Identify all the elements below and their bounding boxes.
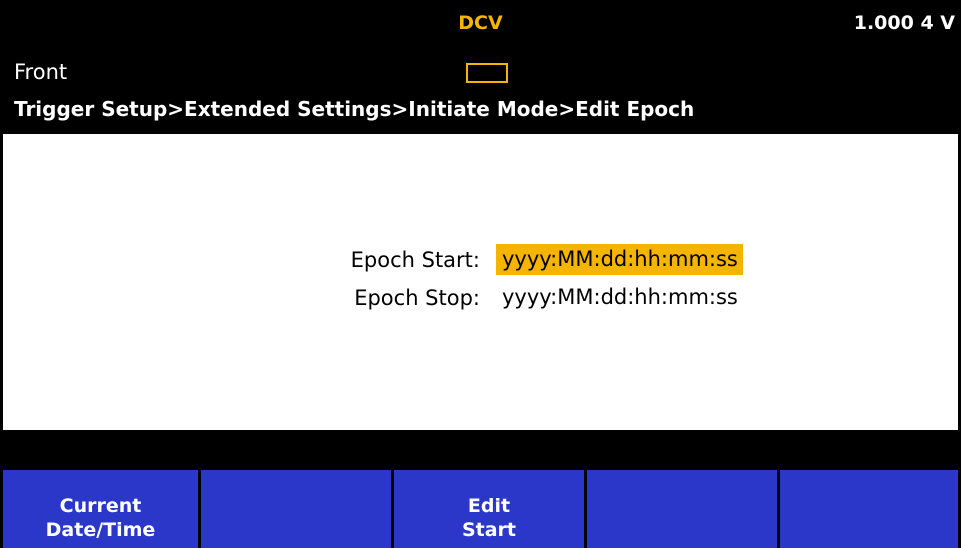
status-bar <box>0 430 961 470</box>
status-box-icon <box>466 63 508 83</box>
softkey-bar: Current Date/Time Edit Start <box>0 470 961 548</box>
epoch-start-row[interactable]: Epoch Start: <box>0 244 480 278</box>
softkey-4[interactable] <box>587 470 777 548</box>
terminal-indicator: Front <box>14 60 68 84</box>
softkey-3-line1: Edit <box>467 495 511 517</box>
softkey-current-date-time[interactable]: Current Date/Time <box>3 470 198 548</box>
header-panel: DCV 1.000 4 V Front Trigger Setup>Extend… <box>0 0 961 134</box>
softkey-2[interactable] <box>201 470 391 548</box>
measurement-reading: 1.000 4 V <box>853 12 955 34</box>
softkey-5[interactable] <box>780 470 958 548</box>
epoch-stop-value[interactable]: yyyy:MM:dd:hh:mm:ss <box>496 282 743 313</box>
epoch-start-label: Epoch Start: <box>350 248 480 272</box>
softkey-1-line1: Current <box>59 495 142 517</box>
epoch-start-value[interactable]: yyyy:MM:dd:hh:mm:ss <box>496 244 743 275</box>
softkey-edit-start[interactable]: Edit Start <box>394 470 584 548</box>
measurement-mode: DCV <box>458 12 503 34</box>
epoch-stop-label: Epoch Stop: <box>354 286 480 310</box>
breadcrumb: Trigger Setup>Extended Settings>Initiate… <box>14 97 695 121</box>
softkey-3-line2: Start <box>461 519 517 541</box>
epoch-stop-row[interactable]: Epoch Stop: <box>0 282 480 316</box>
softkey-1-line2: Date/Time <box>45 519 156 541</box>
